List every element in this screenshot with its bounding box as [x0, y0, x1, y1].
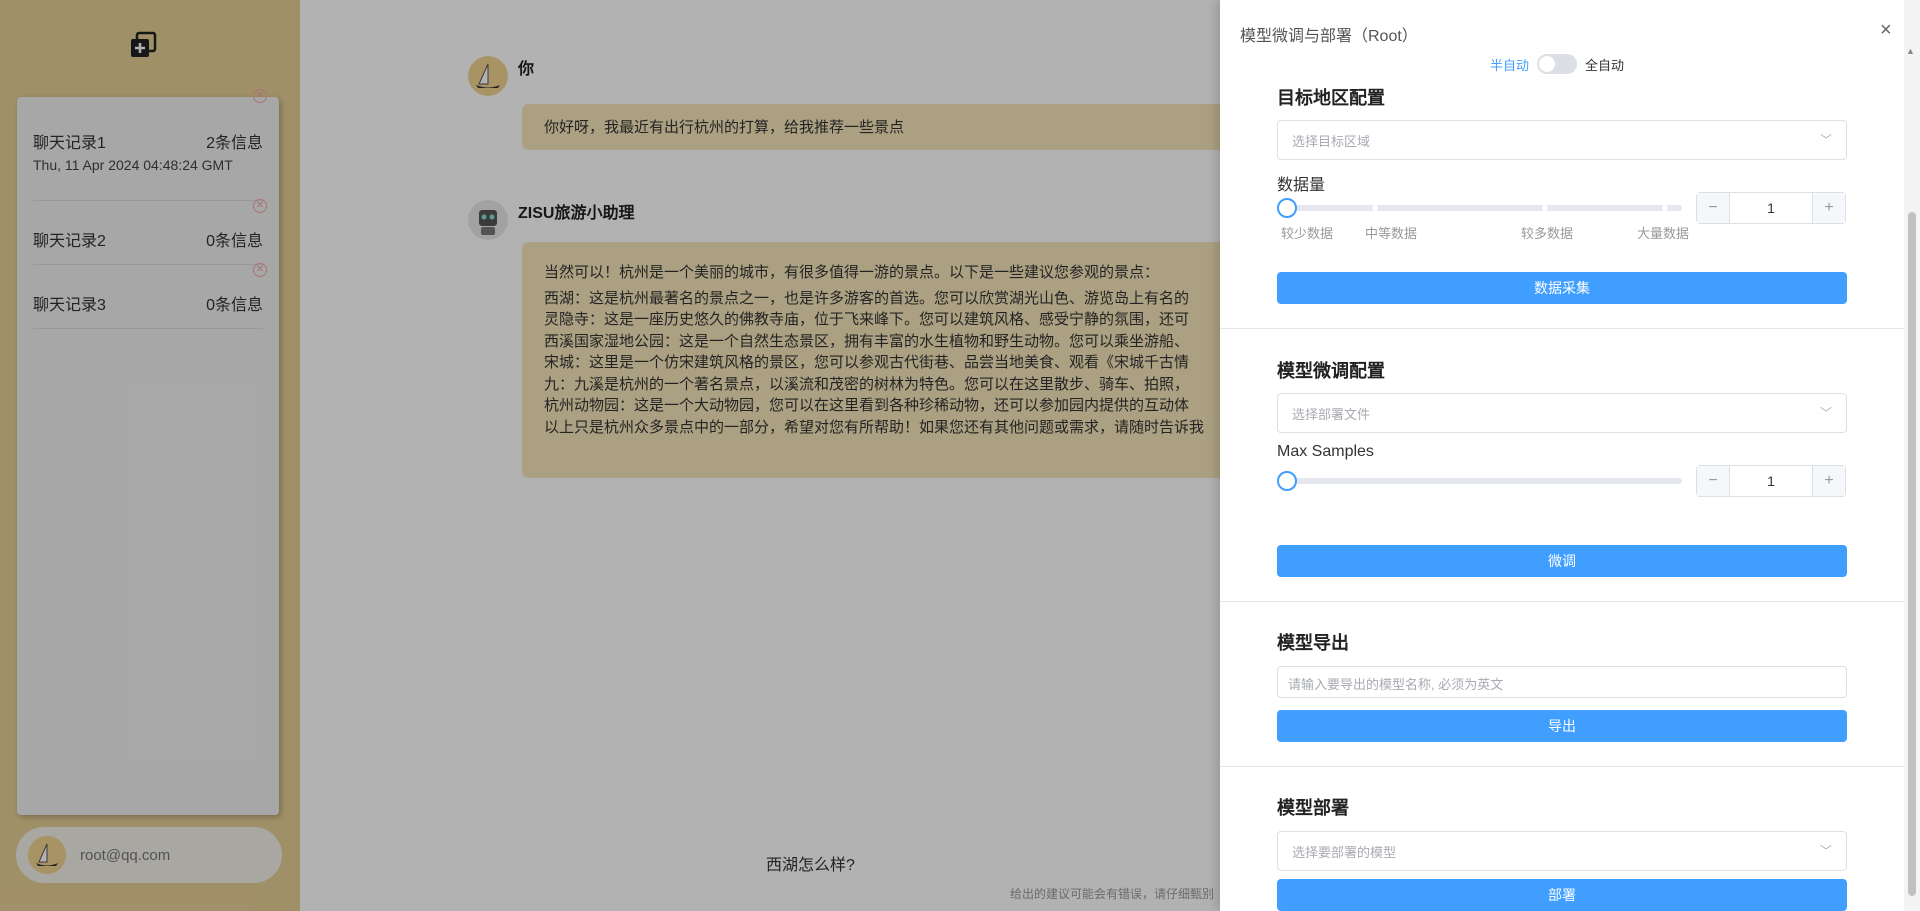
finetune-section-title: 模型微调配置	[1277, 361, 1385, 381]
decrement-button[interactable]: −	[1697, 193, 1729, 223]
close-icon[interactable]: ×	[1880, 20, 1892, 40]
data-amount-label: 数据量	[1277, 177, 1326, 194]
slider-stop	[1662, 205, 1668, 211]
drawer-title: 模型微调与部署（Root）	[1240, 28, 1418, 45]
stepper-value[interactable]: 1	[1729, 466, 1813, 496]
toggle-knob	[1539, 56, 1556, 72]
chevron-down-icon: ﹀	[1819, 844, 1832, 858]
chevron-down-icon: ﹀	[1819, 406, 1832, 420]
section-divider	[1220, 328, 1904, 329]
deploy-button[interactable]: 部署	[1277, 879, 1847, 911]
mode-full-label: 全自动	[1585, 57, 1625, 73]
section-divider	[1220, 601, 1904, 602]
increment-button[interactable]: +	[1813, 466, 1845, 496]
deploy-model-select[interactable]: 选择要部署的模型 ﹀	[1277, 831, 1847, 871]
deploy-file-select[interactable]: 选择部署文件 ﹀	[1277, 393, 1847, 433]
max-samples-stepper[interactable]: − 1 +	[1696, 465, 1846, 497]
export-button[interactable]: 导出	[1277, 710, 1847, 742]
stepper-value[interactable]: 1	[1729, 193, 1813, 223]
max-samples-slider[interactable]	[1286, 478, 1682, 484]
slider-mark: 较多数据	[1521, 226, 1574, 241]
export-section-title: 模型导出	[1277, 633, 1349, 653]
mode-toggle[interactable]	[1537, 54, 1578, 74]
deploy-model-placeholder: 选择要部署的模型	[1292, 845, 1397, 860]
mode-switch: 半自动 全自动	[1490, 54, 1624, 74]
scrollbar-thumb[interactable]	[1908, 212, 1916, 896]
region-section-title: 目标地区配置	[1277, 88, 1385, 108]
chevron-down-icon: ﹀	[1819, 133, 1832, 147]
slider-handle[interactable]	[1277, 471, 1297, 491]
data-amount-slider[interactable]	[1286, 205, 1682, 211]
deploy-section-title: 模型部署	[1277, 798, 1349, 818]
section-divider	[1220, 766, 1904, 767]
decrement-button[interactable]: −	[1697, 466, 1729, 496]
finetune-drawer: 模型微调与部署（Root） × 半自动 全自动 ▲ 目标地区配置 选择目标区域 …	[1220, 0, 1920, 911]
slider-stop	[1542, 205, 1548, 211]
increment-button[interactable]: +	[1813, 193, 1845, 223]
slider-handle[interactable]	[1277, 198, 1297, 218]
scroll-up-icon[interactable]: ▲	[1906, 46, 1915, 56]
data-amount-stepper[interactable]: − 1 +	[1696, 192, 1846, 224]
mode-semi-label: 半自动	[1490, 57, 1530, 73]
region-select-placeholder: 选择目标区域	[1292, 134, 1371, 149]
finetune-button[interactable]: 微调	[1277, 545, 1847, 577]
slider-stop	[1372, 205, 1378, 211]
modal-overlay[interactable]	[0, 0, 1220, 911]
slider-mark: 较少数据	[1281, 226, 1334, 241]
deploy-file-placeholder: 选择部署文件	[1292, 407, 1371, 422]
export-name-input[interactable]: 请输入要导出的模型名称, 必须为英文	[1277, 666, 1847, 698]
collect-data-button[interactable]: 数据采集	[1277, 272, 1847, 304]
slider-mark: 中等数据	[1365, 226, 1418, 241]
slider-mark: 大量数据	[1637, 226, 1690, 241]
max-samples-label: Max Samples	[1277, 443, 1374, 460]
region-select[interactable]: 选择目标区域 ﹀	[1277, 120, 1847, 160]
